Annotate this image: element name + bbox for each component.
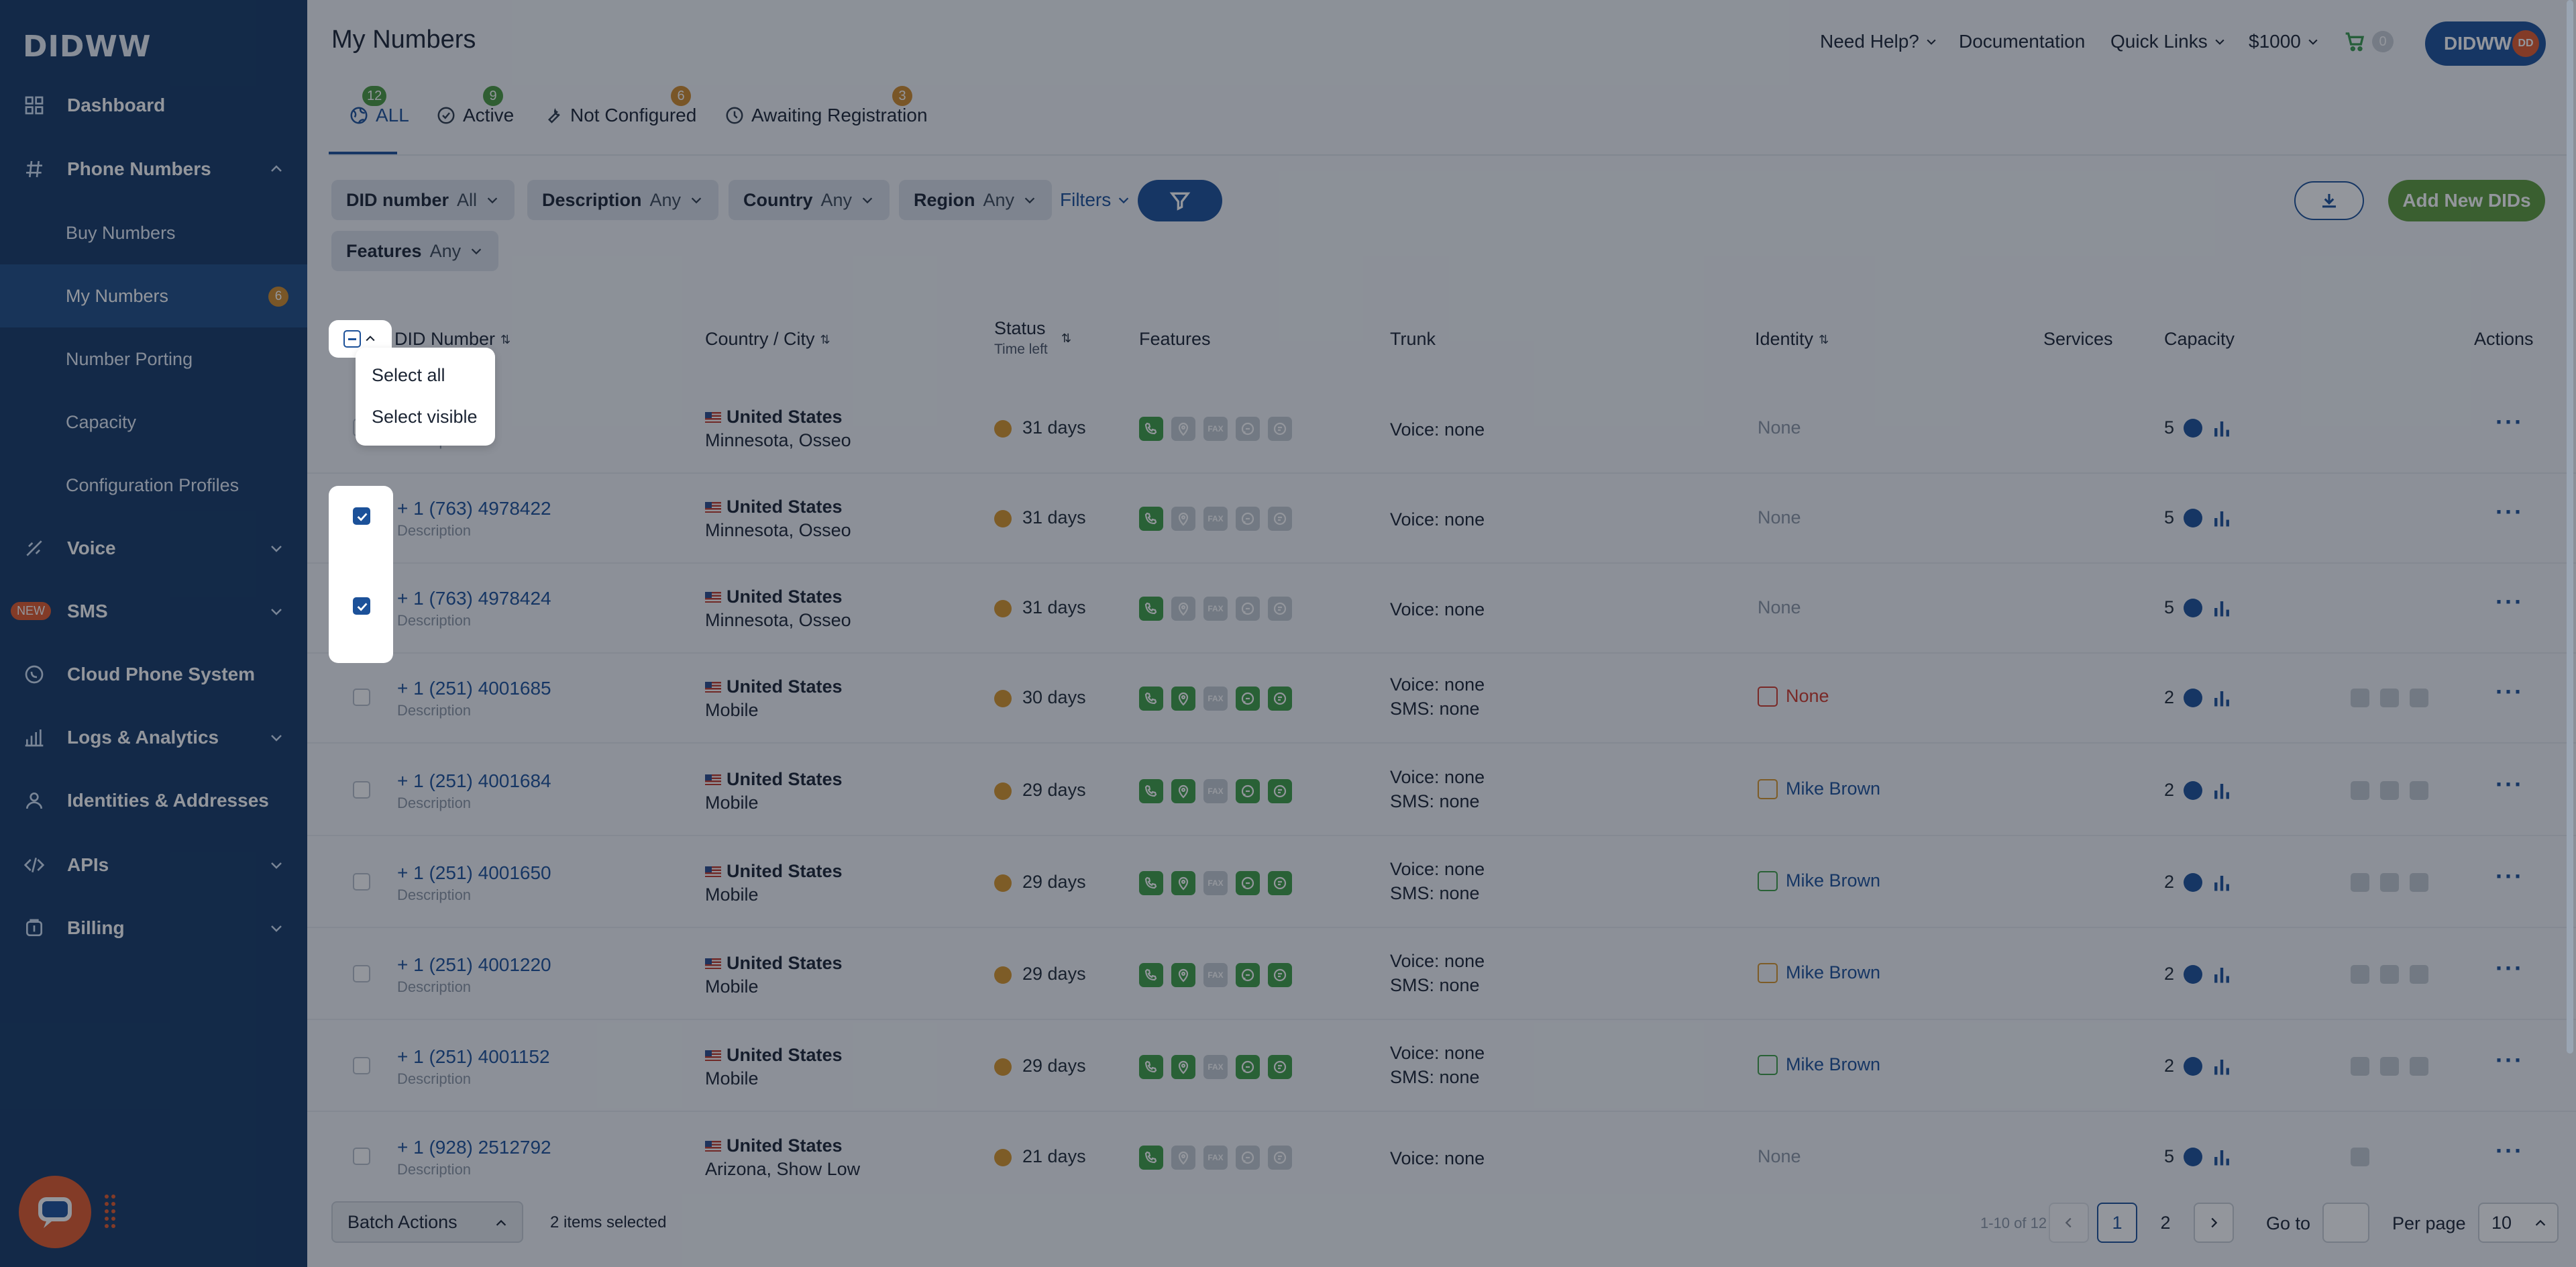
row-checkbox[interactable]	[353, 507, 370, 525]
select-menu: Select all Select visible	[356, 348, 495, 446]
selected-rows-highlight	[329, 486, 393, 663]
indeterminate-icon	[348, 338, 356, 340]
select-visible-option[interactable]: Select visible	[372, 407, 478, 427]
check-icon	[357, 603, 368, 611]
row-checkbox[interactable]	[353, 597, 370, 615]
select-all-option[interactable]: Select all	[372, 365, 445, 386]
check-icon	[357, 513, 368, 521]
chevron-up-icon	[366, 336, 375, 342]
select-all-checkbox[interactable]	[343, 330, 361, 348]
scrollbar[interactable]	[2567, 0, 2573, 1054]
